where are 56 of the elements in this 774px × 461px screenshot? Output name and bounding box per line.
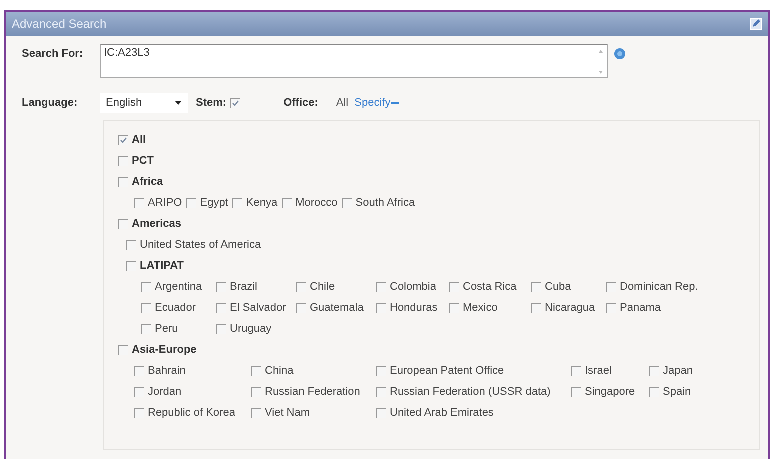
option-label: United Arab Emirates xyxy=(390,406,494,418)
window-title: Advanced Search xyxy=(12,17,107,31)
search-field[interactable]: IC:A23L3 xyxy=(100,44,608,78)
option-label: Nicaragua xyxy=(545,302,596,314)
office-value: All xyxy=(336,97,349,109)
option-label: European Patent Office xyxy=(390,364,504,376)
option-label: Singapore xyxy=(585,386,636,398)
checkbox[interactable] xyxy=(230,98,240,108)
group-label: Africa xyxy=(132,176,164,188)
field-label: Search For: xyxy=(21,48,84,60)
group-label: All xyxy=(132,134,146,146)
field-label: Office: xyxy=(284,97,318,109)
specify-link[interactable]: Specify xyxy=(354,97,399,109)
help-icon[interactable] xyxy=(614,48,626,60)
option-label: Colombia xyxy=(390,280,436,292)
option-label: Chile xyxy=(310,280,336,292)
group-label: PCT xyxy=(132,154,154,166)
option-label: Japan xyxy=(663,364,693,376)
option-label: Jordan xyxy=(148,386,182,398)
option-label: Republic of Korea xyxy=(148,406,236,418)
option-label: United States of America xyxy=(140,238,262,250)
option-label: Mexico xyxy=(463,302,498,314)
language-dropdown[interactable]: English xyxy=(100,93,188,113)
option-label: Viet Nam xyxy=(265,406,310,418)
option-label: El Salvador xyxy=(230,302,286,314)
option-label: Israel xyxy=(585,364,612,376)
option-label: ARIPO xyxy=(148,196,182,208)
option-label: Peru xyxy=(155,322,178,334)
option-label: Russian Federation (USSR data) xyxy=(390,386,551,398)
option-label: Guatemala xyxy=(310,302,364,314)
field-label: Language: xyxy=(21,97,79,109)
option-label: Morocco xyxy=(296,196,338,208)
option-label: Egypt xyxy=(200,196,228,208)
option-label: Brazil xyxy=(230,280,258,292)
option-label: Costa Rica xyxy=(463,280,517,292)
group-label: LATIPAT xyxy=(140,260,184,272)
group-label: Americas xyxy=(132,218,182,230)
option-label: Cuba xyxy=(545,280,572,292)
option-label: Ecuador xyxy=(155,302,196,314)
option-label: China xyxy=(265,364,294,376)
edit-icon[interactable] xyxy=(750,18,762,30)
option-label: Kenya xyxy=(246,196,278,208)
option-label: Honduras xyxy=(390,302,438,314)
option-label: Dominican Rep. xyxy=(620,280,698,292)
option-label: Panama xyxy=(620,302,661,314)
option-label: South Africa xyxy=(356,196,416,208)
group-label: Asia-Europe xyxy=(132,344,197,356)
option-label: Bahrain xyxy=(148,364,186,376)
option-label: Spain xyxy=(663,386,692,398)
checkbox[interactable] xyxy=(118,134,128,144)
caret-icon xyxy=(175,101,182,105)
option-label: Uruguay xyxy=(230,322,272,334)
option-label: Russian Federation xyxy=(265,386,360,398)
collapse-icon[interactable] xyxy=(390,101,399,105)
field-label: Stem: xyxy=(196,97,227,109)
option-label: Argentina xyxy=(155,280,202,292)
